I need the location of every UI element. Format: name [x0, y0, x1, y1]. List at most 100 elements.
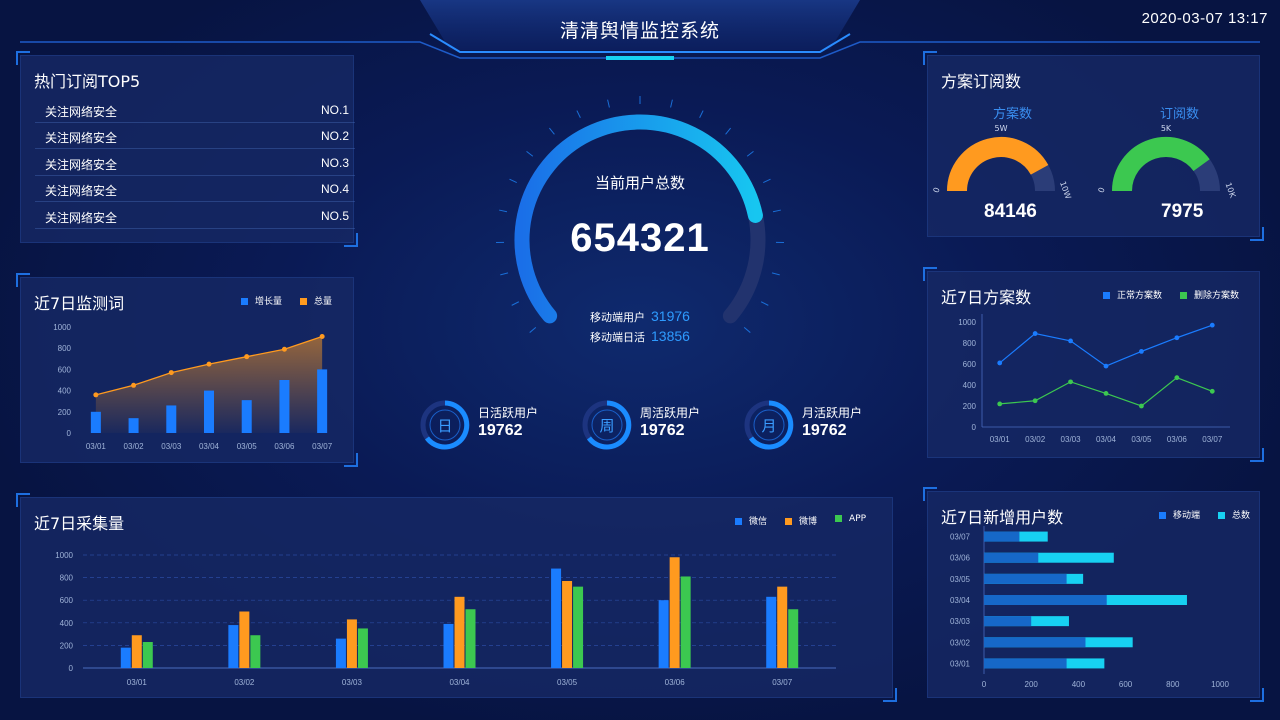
- gauge-tick: [499, 209, 508, 213]
- subscription-gauges: 0 5W 10W 0 5K 10K: [932, 124, 1238, 200]
- x-tick-label: 03/07: [312, 442, 333, 451]
- list-item[interactable]: 关注网络安全 NO.5: [35, 203, 355, 229]
- bar-growth: [317, 369, 328, 433]
- bar-weibo: [454, 596, 465, 668]
- gauge-tick: [548, 127, 555, 135]
- y-tick-label: 400: [963, 381, 977, 390]
- point-normal: [1209, 322, 1215, 328]
- list-item[interactable]: 关注网络安全 NO.3: [35, 150, 355, 176]
- y-tick-label: 03/06: [950, 554, 971, 563]
- x-tick-label: 03/04: [449, 678, 470, 687]
- monthly-ring-icon: 月: [744, 400, 794, 450]
- gauge-tick: [576, 110, 581, 118]
- bar-app: [250, 635, 261, 668]
- y-tick-label: 600: [963, 360, 977, 369]
- bar-wechat: [120, 647, 131, 668]
- item-name: 关注网络安全: [45, 211, 118, 225]
- point-normal: [1174, 335, 1180, 341]
- daily-active-users[interactable]: 日 日活跃用户 19762: [418, 398, 578, 450]
- y-tick-label: 03/01: [950, 659, 971, 668]
- bar-mobile: [984, 616, 1032, 627]
- x-tick-label: 03/01: [127, 678, 148, 687]
- gauge-tick: [725, 127, 732, 135]
- bar-growth: [90, 411, 101, 433]
- total-users-label: 当前用户总数: [594, 174, 685, 192]
- gauge-tick: [670, 99, 673, 108]
- gauge-tick: [763, 178, 771, 183]
- weekly-ring-icon: 周: [582, 400, 632, 450]
- point-total: [168, 370, 174, 376]
- gauge-tick: [500, 272, 509, 276]
- page-title: 清清舆情监控系统: [559, 20, 720, 42]
- y-tick-label: 800: [963, 339, 977, 348]
- bar-weibo: [777, 586, 788, 668]
- x-tick-label: 03/03: [342, 678, 363, 687]
- newusers-panel: 近7日新增用户数 移动端 总数 03/07 03/06 03/05 03/04 03/0…: [923, 487, 1264, 702]
- list-item[interactable]: 关注网络安全 NO.4: [35, 176, 355, 202]
- bar-growth: [204, 390, 214, 433]
- x-tick-label: 03/07: [772, 678, 793, 687]
- monthly-active-users[interactable]: 月 月活跃用户 19762: [742, 398, 902, 450]
- x-tick-label: 03/03: [161, 442, 182, 451]
- monitor-chart: 0 200 400 600 800 1000 03/01 03/02 03/03 03/04 03/…: [53, 323, 333, 451]
- bar-mobile: [984, 573, 1067, 584]
- collect-chart: 0 200 400 600 800 1000 03/01 03/02 03/03 03/04 03/…: [55, 551, 836, 687]
- point-total: [206, 361, 212, 367]
- monitor-panel: 近7日监测词 增长量 总量 0 200 400 600 800 1000 03/01 03/0…: [16, 273, 358, 467]
- point-total: [281, 346, 287, 352]
- bar-app: [357, 628, 368, 668]
- x-tick-label: 200: [1025, 680, 1039, 689]
- ring-glyph: 周: [599, 417, 614, 435]
- bar-wechat: [335, 638, 346, 668]
- y-tick-label: 1000: [55, 551, 73, 560]
- ring-label: 周活跃用户: [640, 406, 701, 420]
- x-tick-label: 03/04: [1096, 435, 1117, 444]
- total-users-value: 654321: [570, 216, 710, 260]
- y-tick-label: 1000: [958, 318, 976, 327]
- x-tick-label: 03/02: [234, 678, 255, 687]
- bar-app: [788, 609, 799, 668]
- bar-growth: [128, 418, 139, 433]
- bar-wechat: [443, 623, 454, 668]
- gauge-tick: [529, 327, 537, 333]
- point-deleted: [1209, 388, 1215, 394]
- x-tick-label: 03/02: [124, 442, 145, 451]
- y-tick-label: 600: [58, 365, 72, 374]
- ring-label: 月活跃用户: [802, 406, 863, 420]
- weekly-active-users[interactable]: 周 周活跃用户 19762: [580, 398, 740, 450]
- gauge-tick: [511, 301, 520, 306]
- point-normal: [1068, 338, 1073, 344]
- gauge-tick: [746, 150, 754, 157]
- gauge-min-label: 0: [932, 186, 942, 194]
- gauge-tick: [699, 110, 704, 118]
- point-normal: [1032, 331, 1038, 336]
- y-tick-label: 03/02: [950, 638, 971, 647]
- item-name: 关注网络安全: [45, 184, 118, 198]
- gauge-tick: [607, 99, 610, 108]
- bar-wechat: [228, 625, 239, 668]
- bar-wechat: [658, 600, 669, 668]
- point-deleted: [1174, 375, 1180, 381]
- gauge-tick: [771, 272, 780, 276]
- item-rank: NO.1: [320, 103, 349, 117]
- gauge-mid-label: 5K: [1161, 124, 1172, 133]
- item-rank: NO.5: [320, 209, 349, 223]
- y-tick-label: 03/04: [950, 596, 971, 605]
- gauge-fill: [1112, 137, 1210, 192]
- list-item[interactable]: 关注网络安全 NO.1: [35, 97, 355, 123]
- gauge-tick: [509, 178, 517, 183]
- gauge-mid-label: 5W: [995, 124, 1008, 133]
- point-deleted: [1032, 398, 1038, 404]
- bar-growth: [241, 400, 252, 433]
- mobile-daily-row: 移动端日活 13856: [590, 328, 690, 345]
- x-tick-label: 03/05: [237, 442, 258, 451]
- y-tick-label: 800: [60, 574, 74, 583]
- bar-weibo: [346, 619, 357, 668]
- bar-growth: [279, 380, 290, 433]
- gauge-value: 84146: [984, 201, 1037, 222]
- y-tick-label: 0: [67, 429, 72, 438]
- list-item[interactable]: 关注网络安全 NO.2: [35, 123, 355, 149]
- point-total: [131, 382, 137, 388]
- x-tick-label: 03/02: [1025, 435, 1046, 444]
- bar-weibo: [669, 557, 680, 668]
